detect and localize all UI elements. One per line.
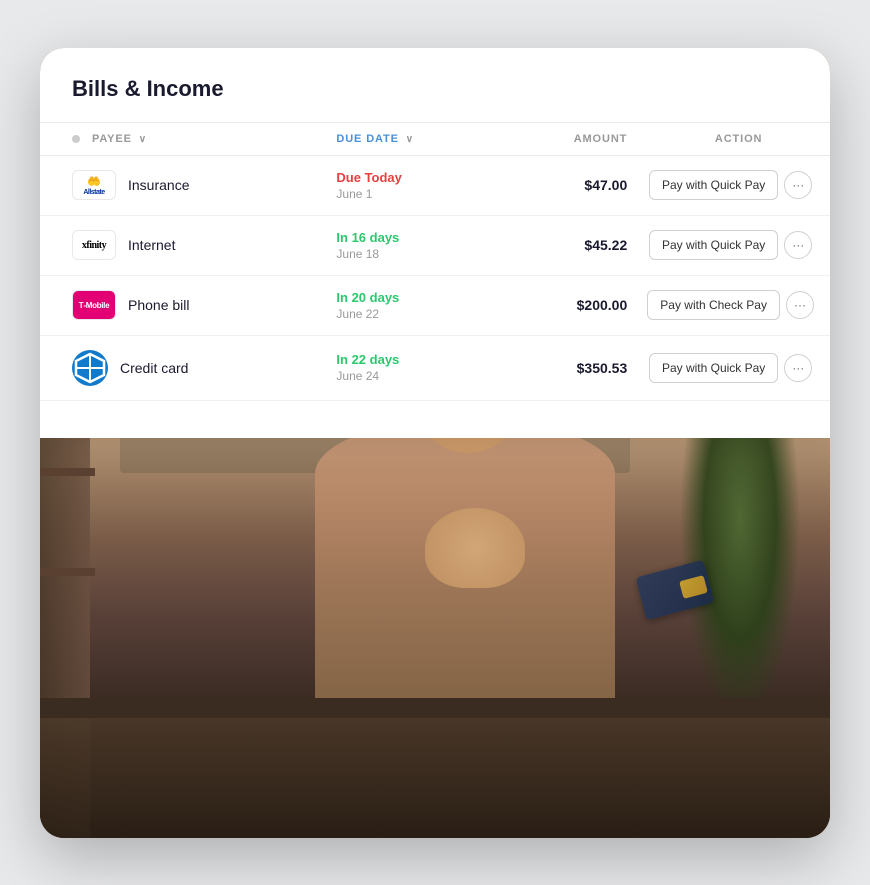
payee-name-xfinity: Internet [128,237,175,253]
amount-cell-allstate: $47.00 [507,155,647,215]
due-date-sub-xfinity: June 18 [336,247,506,261]
payee-cell-xfinity: xfinity Internet [40,215,336,275]
page-title: Bills & Income [40,48,830,122]
due-status-chase: In 22 days [336,352,506,367]
payee-name-tmobile: Phone bill [128,297,190,313]
due-date-sub-chase: June 24 [336,369,506,383]
more-button-tmobile[interactable]: ··· [786,291,814,319]
due-status-allstate: Due Today [336,170,506,185]
due-date-sub-tmobile: June 22 [336,307,506,321]
pay-button-tmobile[interactable]: Pay with Check Pay [647,290,780,320]
pay-button-chase[interactable]: Pay with Quick Pay [649,353,778,383]
pay-button-xfinity[interactable]: Pay with Quick Pay [649,230,778,260]
table-row: T‑Mobile Phone bill In 20 days June 22 $… [40,275,830,335]
xfinity-logo: xfinity [72,230,116,260]
chase-logo [72,350,108,386]
table-row: Credit card In 22 days June 24 $350.53 P… [40,335,830,400]
payee-dot [72,135,80,143]
duedate-sort-icon[interactable]: ∨ [406,134,414,145]
col-header-action: ACTION [647,122,830,155]
duedate-cell-tmobile: In 20 days June 22 [336,275,506,335]
col-header-amount: AMOUNT [507,122,647,155]
table-row: 🤲 Allstate Insurance Due Today June 1 $4… [40,155,830,215]
pay-button-allstate[interactable]: Pay with Quick Pay [649,170,778,200]
tmobile-logo: T‑Mobile [72,290,116,320]
table-row: xfinity Internet In 16 days June 18 $45.… [40,215,830,275]
due-status-xfinity: In 16 days [336,230,506,245]
bills-panel: Bills & Income PAYEE ∨ DUE DATE ∨ AMOUNT [40,48,830,438]
action-cell-tmobile: Pay with Check Pay ··· [647,275,830,335]
main-container: Bills & Income PAYEE ∨ DUE DATE ∨ AMOUNT [40,48,830,838]
more-button-chase[interactable]: ··· [784,354,812,382]
due-status-tmobile: In 20 days [336,290,506,305]
payee-name-chase: Credit card [120,360,188,376]
payee-cell-allstate: 🤲 Allstate Insurance [40,155,336,215]
more-button-xfinity[interactable]: ··· [784,231,812,259]
action-cell-xfinity: Pay with Quick Pay ··· [647,215,830,275]
amount-cell-tmobile: $200.00 [507,275,647,335]
action-cell-allstate: Pay with Quick Pay ··· [647,155,830,215]
duedate-cell-xfinity: In 16 days June 18 [336,215,506,275]
amount-cell-xfinity: $45.22 [507,215,647,275]
duedate-cell-allstate: Due Today June 1 [336,155,506,215]
bills-table: PAYEE ∨ DUE DATE ∨ AMOUNT ACTION [40,122,830,401]
col-header-duedate: DUE DATE ∨ [336,122,506,155]
payee-cell-tmobile: T‑Mobile Phone bill [40,275,336,335]
action-cell-chase: Pay with Quick Pay ··· [647,335,830,400]
due-date-sub-allstate: June 1 [336,187,506,201]
payee-sort-icon[interactable]: ∨ [139,134,147,145]
duedate-cell-chase: In 22 days June 24 [336,335,506,400]
payee-name-allstate: Insurance [128,177,189,193]
amount-cell-chase: $350.53 [507,335,647,400]
payee-cell-chase: Credit card [40,335,336,400]
col-header-payee: PAYEE ∨ [40,122,336,155]
allstate-logo: 🤲 Allstate [72,170,116,200]
more-button-allstate[interactable]: ··· [784,171,812,199]
